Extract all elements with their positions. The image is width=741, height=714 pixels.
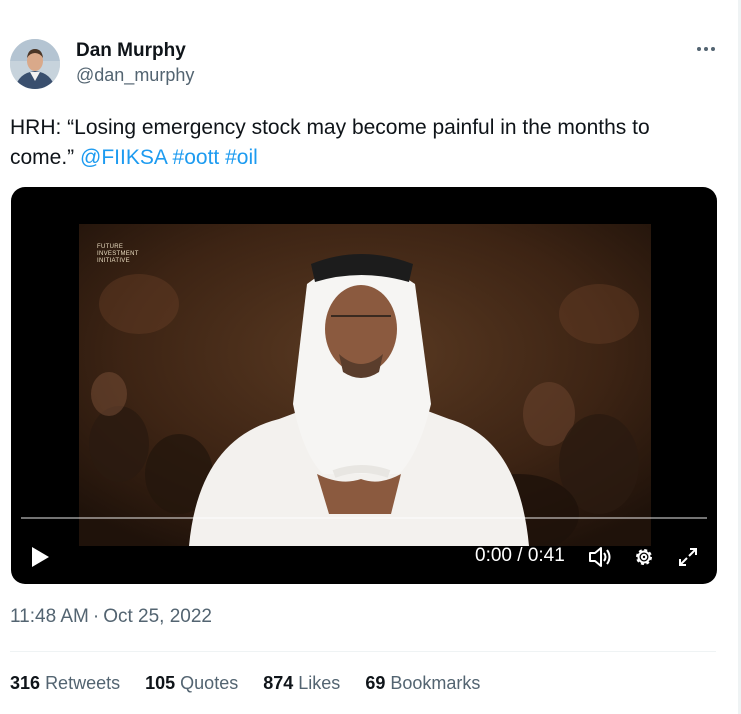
- bookmarks-label: Bookmarks: [390, 673, 481, 693]
- tweet-time[interactable]: 11:48 AM: [10, 606, 89, 627]
- quotes-count: 105: [145, 673, 176, 693]
- avatar[interactable]: [10, 39, 60, 89]
- retweets-count: 316: [10, 673, 41, 693]
- video-player[interactable]: FUTURE INVESTMENT INITIATIVE 0:00 / 0:41: [11, 187, 717, 584]
- quotes-label: Quotes: [180, 673, 239, 693]
- video-frame[interactable]: FUTURE INVESTMENT INITIATIVE: [79, 224, 651, 554]
- hashtag-link[interactable]: #oil: [225, 146, 258, 169]
- volume-icon[interactable]: [585, 542, 615, 572]
- likes-count: 874: [263, 673, 294, 693]
- mention-link[interactable]: @FIIKSA: [80, 146, 167, 169]
- author-handle[interactable]: @dan_murphy: [76, 65, 194, 86]
- retweets-stat[interactable]: 316 Retweets: [10, 673, 120, 694]
- divider: [10, 651, 716, 652]
- separator: ·: [92, 606, 100, 627]
- quotes-stat[interactable]: 105 Quotes: [145, 673, 238, 694]
- video-timecode: 0:00 / 0:41: [475, 545, 565, 566]
- more-horizontal-icon[interactable]: [693, 36, 719, 62]
- bookmarks-stat[interactable]: 69 Bookmarks: [365, 673, 480, 694]
- tweet-timestamp: 11:48 AM · Oct 25, 2022: [10, 606, 212, 628]
- expand-icon[interactable]: [673, 542, 703, 572]
- likes-stat[interactable]: 874 Likes: [263, 673, 340, 694]
- retweets-label: Retweets: [45, 673, 121, 693]
- tweet-text: HRH: “Losing emergency stock may become …: [10, 113, 710, 173]
- likes-label: Likes: [298, 673, 341, 693]
- hashtag-link[interactable]: #oott: [173, 146, 220, 169]
- play-icon[interactable]: [25, 542, 55, 572]
- author-name[interactable]: Dan Murphy: [76, 40, 186, 62]
- gear-icon[interactable]: [629, 542, 659, 572]
- bookmarks-count: 69: [365, 673, 386, 693]
- video-progress-bar[interactable]: [21, 517, 707, 519]
- overlay-logo: FUTURE INVESTMENT INITIATIVE: [97, 244, 139, 264]
- engagement-stats: 316 Retweets 105 Quotes 874 Likes 69 Boo…: [10, 673, 480, 694]
- tweet-date[interactable]: Oct 25, 2022: [103, 606, 212, 627]
